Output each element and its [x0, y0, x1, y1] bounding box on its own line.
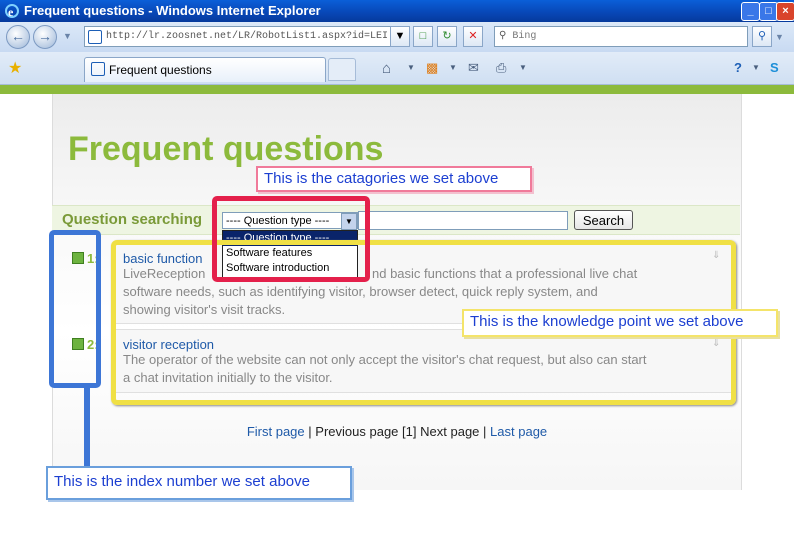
window-title-bar: e Frequent questions - Windows Internet …	[0, 0, 794, 22]
next-page-link[interactable]: Next page	[420, 424, 479, 439]
pagination: First page | Previous page [1] Next page…	[0, 424, 794, 439]
category-highlight-box	[212, 196, 370, 282]
tab-page-icon	[91, 62, 105, 76]
new-tab-button[interactable]	[328, 58, 356, 81]
search-go-icon[interactable]: ⚲	[752, 26, 772, 47]
current-page: [1]	[402, 424, 417, 439]
page-icon	[88, 30, 102, 44]
stop-icon[interactable]: ✕	[463, 26, 483, 47]
history-dropdown-icon[interactable]: ▼	[63, 31, 72, 41]
search-glass-icon: ⚲	[499, 31, 507, 42]
feeds-dropdown-icon[interactable]: ▼	[449, 63, 457, 72]
search-field[interactable]: ⚲ Bing	[494, 26, 748, 47]
address-field[interactable]: http://lr.zoosnet.net/LR/RobotList1.aspx…	[84, 26, 406, 47]
previous-page-link[interactable]: Previous page	[315, 424, 398, 439]
index-connector-line	[84, 387, 90, 468]
help-dropdown-icon[interactable]: ▼	[752, 63, 760, 72]
home-dropdown-icon[interactable]: ▼	[407, 63, 415, 72]
print-dropdown-icon[interactable]: ▼	[519, 63, 527, 72]
svg-text:e: e	[8, 5, 14, 19]
pager-separator: |	[308, 424, 312, 439]
tab-frequent-questions[interactable]: Frequent questions	[84, 57, 326, 82]
index-annotation: This is the index number we set above	[46, 466, 352, 500]
categories-annotation: This is the catagories we set above	[256, 166, 532, 192]
url-text: http://lr.zoosnet.net/LR/RobotList1.aspx…	[106, 31, 389, 42]
address-toolbar: ← → ▼ http://lr.zoosnet.net/LR/RobotList…	[0, 22, 794, 52]
print-icon[interactable]: ⎙	[496, 60, 506, 76]
search-options-icon[interactable]: ▼	[775, 32, 784, 42]
address-dropdown-icon[interactable]: ▼	[390, 26, 410, 47]
favorites-star-icon[interactable]: ★	[8, 58, 22, 78]
first-page-link[interactable]: First page	[247, 424, 305, 439]
help-icon[interactable]: ?	[734, 60, 742, 75]
search-button[interactable]: Search	[574, 210, 633, 230]
tab-label: Frequent questions	[109, 63, 212, 77]
search-placeholder: Bing	[512, 31, 537, 42]
knowledge-annotation: This is the knowledge point we set above	[462, 309, 778, 337]
refresh-icon[interactable]: ↻	[437, 26, 457, 47]
minimize-button[interactable]: _	[741, 2, 760, 21]
top-green-bar	[0, 85, 794, 94]
home-icon[interactable]: ⌂	[382, 60, 391, 77]
page-title: Frequent questions	[68, 130, 384, 168]
question-search-input[interactable]	[358, 211, 568, 230]
back-button[interactable]: ←	[6, 25, 30, 49]
search-label: Question searching	[62, 211, 203, 228]
tab-bar: ★ Frequent questions ⌂ ▼ ▩ ▼ ✉ ⎙ ▼ ? ▼ S	[0, 52, 794, 85]
compatibility-view-icon[interactable]: □	[413, 26, 433, 47]
feeds-icon[interactable]: ▩	[426, 60, 438, 76]
read-mail-icon[interactable]: ✉	[468, 60, 479, 76]
close-button[interactable]: ×	[776, 2, 794, 21]
window-title: Frequent questions - Windows Internet Ex…	[24, 3, 321, 18]
forward-button[interactable]: →	[33, 25, 57, 49]
index-highlight-box	[49, 230, 101, 388]
pager-separator: |	[483, 424, 487, 439]
skype-icon[interactable]: S	[770, 60, 779, 75]
last-page-link[interactable]: Last page	[490, 424, 547, 439]
internet-explorer-icon: e	[5, 4, 19, 19]
